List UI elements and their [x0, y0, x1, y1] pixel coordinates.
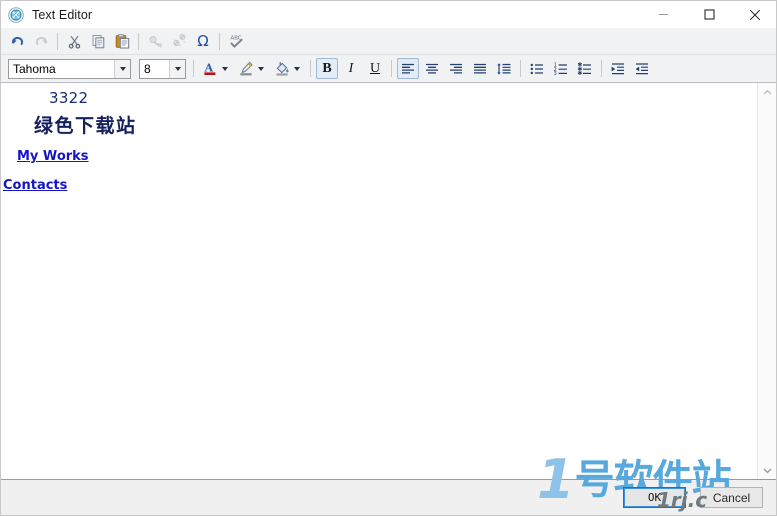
svg-text:✱: ✱: [577, 70, 582, 77]
minimize-icon[interactable]: [640, 1, 686, 28]
editor-area[interactable]: 3322 绿色下载站 My Works Contacts: [1, 83, 776, 479]
cancel-button[interactable]: Cancel: [700, 487, 763, 508]
scissors-icon[interactable]: [63, 31, 85, 52]
toolbar-separator: [391, 60, 392, 77]
toolbar-separator: [520, 60, 521, 77]
font-size-combo[interactable]: 8: [139, 58, 186, 79]
align-left-icon[interactable]: [397, 58, 419, 79]
close-icon[interactable]: [732, 1, 776, 28]
vertical-scrollbar[interactable]: [757, 83, 776, 479]
highlight-color-button[interactable]: [235, 58, 269, 79]
app-logo-icon: [8, 6, 24, 23]
toolbar-separator: [193, 60, 194, 77]
maximize-icon[interactable]: [686, 1, 732, 28]
line-link-my-works[interactable]: My Works: [17, 147, 759, 165]
text-editor-window: Text Editor Ω ABC Tahoma 8 A B I U 1 2 3…: [0, 0, 777, 516]
chevron-down-icon[interactable]: [114, 59, 130, 78]
undo-icon[interactable]: [6, 31, 28, 52]
line-heading-cn[interactable]: 绿色下载站: [34, 115, 759, 137]
toolbar-separator: [57, 32, 58, 50]
line-number[interactable]: 3322: [49, 90, 759, 107]
document-canvas[interactable]: 3322 绿色下载站 My Works Contacts: [1, 83, 759, 479]
link-icon[interactable]: [144, 31, 166, 52]
letter-a-color-icon: A: [200, 58, 221, 79]
copy-icon[interactable]: [87, 31, 109, 52]
underline-icon[interactable]: U: [364, 58, 386, 79]
font-family-value: Tahoma: [13, 61, 56, 76]
title-bar: Text Editor: [1, 1, 776, 28]
font-size-value: 8: [144, 61, 151, 76]
unlink-icon[interactable]: [168, 31, 190, 52]
align-center-icon[interactable]: [421, 58, 443, 79]
background-color-button[interactable]: [271, 58, 305, 79]
line-spacing-icon[interactable]: [493, 58, 515, 79]
document-link-contacts[interactable]: Contacts: [3, 178, 67, 193]
toolbar-format: Tahoma 8 A B I U 1 2 3 ✱ ✱ ✱: [1, 55, 776, 83]
spellcheck-abc-icon[interactable]: ABC: [225, 31, 247, 52]
paint-bucket-icon: [272, 58, 293, 79]
bullet-list-icon[interactable]: [526, 58, 548, 79]
document-link-my-works[interactable]: My Works: [17, 149, 89, 164]
text-color-button[interactable]: A: [199, 58, 233, 79]
toolbar-separator: [310, 60, 311, 77]
chevron-down-icon[interactable]: [758, 461, 776, 479]
ok-button[interactable]: OK: [623, 487, 686, 508]
align-justify-icon[interactable]: [469, 58, 491, 79]
window-controls: [640, 1, 776, 28]
chevron-down-icon[interactable]: [294, 66, 300, 71]
star-list-icon[interactable]: ✱ ✱ ✱: [574, 58, 596, 79]
omega-icon[interactable]: Ω: [192, 31, 214, 52]
indent-decrease-icon[interactable]: [631, 58, 653, 79]
italic-label: I: [348, 60, 354, 76]
align-right-icon[interactable]: [445, 58, 467, 79]
toolbar-primary: Ω ABC: [1, 28, 776, 55]
font-family-combo[interactable]: Tahoma: [8, 58, 131, 79]
numbered-list-icon[interactable]: 1 2 3: [550, 58, 572, 79]
bold-icon[interactable]: B: [316, 58, 338, 79]
toolbar-separator: [219, 32, 220, 50]
toolbar-separator: [138, 32, 139, 50]
italic-icon[interactable]: I: [340, 58, 362, 79]
chevron-down-icon[interactable]: [258, 66, 264, 71]
chevron-up-icon[interactable]: [758, 83, 776, 101]
clipboard-icon[interactable]: [111, 31, 133, 52]
redo-icon[interactable]: [30, 31, 52, 52]
bold-label: B: [322, 60, 332, 76]
window-title: Text Editor: [32, 7, 93, 22]
underline-label: U: [369, 60, 381, 76]
line-link-contacts[interactable]: Contacts: [3, 176, 759, 194]
chevron-down-icon[interactable]: [222, 66, 228, 71]
toolbar-separator: [601, 60, 602, 77]
indent-increase-icon[interactable]: [607, 58, 629, 79]
marker-pen-icon: [236, 58, 257, 79]
svg-text:3: 3: [554, 71, 557, 77]
chevron-down-icon[interactable]: [169, 59, 185, 78]
